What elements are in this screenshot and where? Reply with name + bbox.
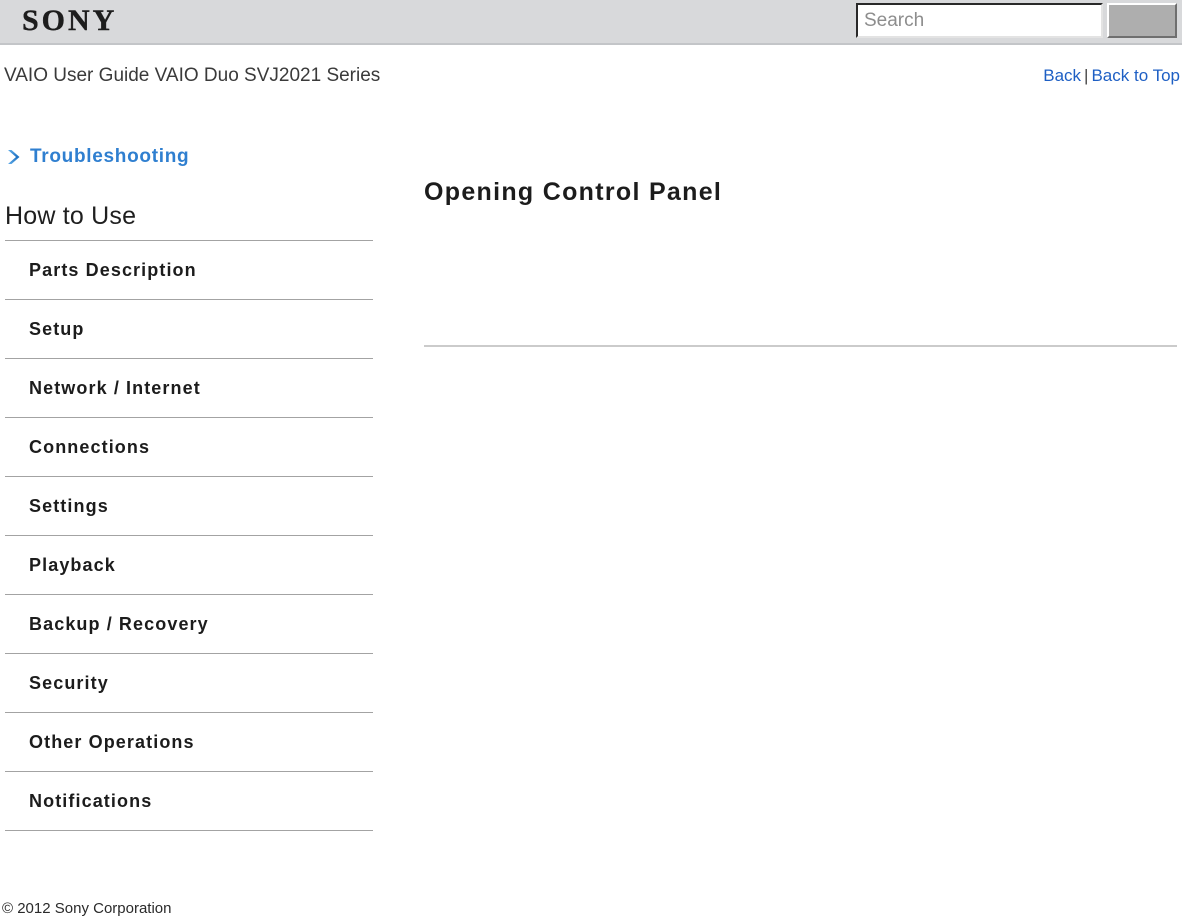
page-title: Opening Control Panel [424, 178, 723, 206]
sidebar-item-playback[interactable]: Playback [5, 536, 373, 594]
list-item: Parts Description [5, 241, 373, 300]
subheader: VAIO User Guide VAIO Duo SVJ2021 Series … [0, 45, 1182, 100]
search-input[interactable] [856, 3, 1103, 38]
back-link[interactable]: Back [1043, 66, 1081, 85]
list-item: Network / Internet [5, 359, 373, 418]
sidebar-nav-list: Parts Description Setup Network / Intern… [5, 241, 373, 831]
copyright-text: © 2012 Sony Corporation [2, 900, 172, 917]
sony-logo[interactable]: SONY [22, 4, 117, 38]
header-nav-links: Back | Back to Top [1043, 66, 1180, 86]
main-content: Opening Control Panel [424, 178, 1177, 207]
list-item: Notifications [5, 772, 373, 831]
list-item: Settings [5, 477, 373, 536]
nav-separator: | [1084, 66, 1089, 85]
sidebar-item-troubleshooting-label: Troubleshooting [30, 146, 190, 167]
back-to-top-link[interactable]: Back to Top [1091, 66, 1180, 85]
sidebar-item-setup[interactable]: Setup [5, 300, 373, 358]
list-item: Setup [5, 300, 373, 359]
content-divider [424, 345, 1177, 347]
list-item: Connections [5, 418, 373, 477]
sidebar-item-other-operations[interactable]: Other Operations [5, 713, 373, 771]
search-area [856, 3, 1177, 38]
list-item: Backup / Recovery [5, 595, 373, 654]
sidebar-item-connections[interactable]: Connections [5, 418, 373, 476]
page-guide-title: VAIO User Guide VAIO Duo SVJ2021 Series [4, 65, 381, 86]
header-bar: SONY [0, 0, 1182, 45]
sidebar-item-parts-description[interactable]: Parts Description [5, 241, 373, 299]
sidebar-item-notifications[interactable]: Notifications [5, 772, 373, 830]
chevron-right-icon [7, 148, 23, 166]
list-item: Playback [5, 536, 373, 595]
sidebar-item-backup-recovery[interactable]: Backup / Recovery [5, 595, 373, 653]
list-item: Other Operations [5, 713, 373, 772]
sidebar: Troubleshooting How to Use Parts Descrip… [0, 140, 380, 831]
sidebar-item-troubleshooting[interactable]: Troubleshooting [0, 140, 380, 174]
sidebar-item-network-internet[interactable]: Network / Internet [5, 359, 373, 417]
sidebar-section-heading: How to Use [5, 202, 373, 241]
search-button[interactable] [1107, 3, 1177, 38]
sidebar-item-security[interactable]: Security [5, 654, 373, 712]
sidebar-item-settings[interactable]: Settings [5, 477, 373, 535]
list-item: Security [5, 654, 373, 713]
